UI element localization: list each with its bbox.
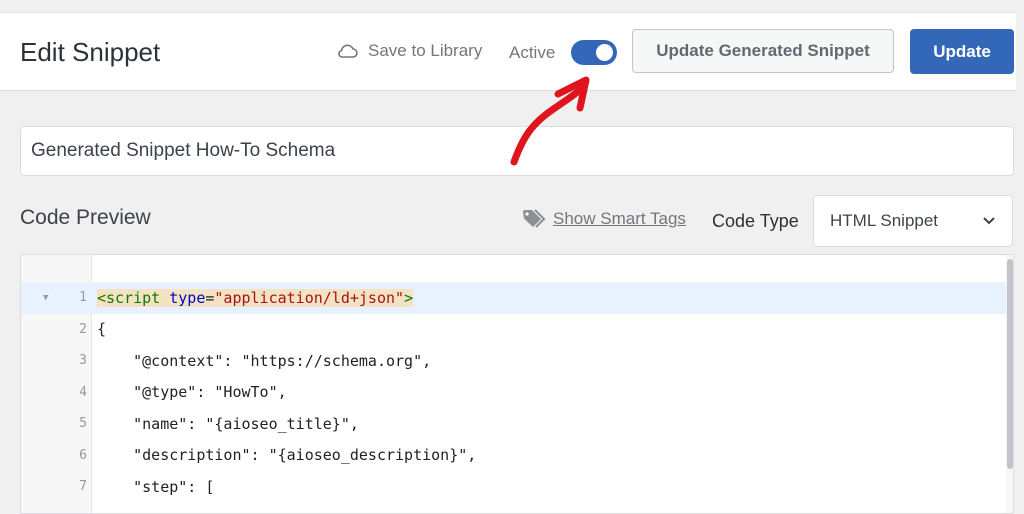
code-preview-heading: Code Preview — [20, 206, 151, 229]
code-type-label: Code Type — [712, 211, 799, 231]
scrollbar-thumb[interactable] — [1007, 259, 1013, 469]
line-number: 3 — [79, 353, 87, 369]
code-type-value: HTML Snippet — [830, 211, 939, 230]
code-editor[interactable]: ▼ 1 <script type="application/ld+json"> … — [20, 254, 1014, 514]
line-number: 5 — [79, 416, 87, 432]
line-number: 1 — [79, 290, 87, 306]
tag-name-token: <script — [97, 288, 170, 307]
toggle-knob — [596, 44, 613, 61]
code-line: ▼ 1 <script type="application/ld+json"> — [21, 282, 1006, 314]
save-to-library-label: Save to Library — [368, 41, 483, 60]
update-button[interactable]: Update — [910, 29, 1014, 74]
annotation-arrow-icon — [510, 76, 590, 166]
update-generated-snippet-button[interactable]: Update Generated Snippet — [632, 29, 894, 73]
save-to-library-button[interactable]: Save to Library — [336, 41, 482, 61]
cloud-icon — [338, 44, 358, 58]
code-text: "@context": "https://schema.org", — [97, 351, 432, 370]
attr-name-token: type — [169, 288, 206, 307]
code-type-select[interactable]: HTML Snippet — [813, 195, 1013, 247]
code-lines: ▼ 1 <script type="application/ld+json"> … — [21, 282, 1006, 503]
show-smart-tags-label: Show Smart Tags — [553, 209, 686, 228]
script-tag: <script type="application/ld+json"> — [97, 288, 414, 307]
line-number: 6 — [79, 447, 87, 463]
chevron-down-icon — [983, 217, 995, 225]
tag-icon — [523, 209, 546, 228]
code-text: <script type="application/ld+json"> — [97, 288, 414, 307]
active-label: Active — [509, 43, 556, 62]
code-text: { — [97, 320, 107, 339]
tag-close-token: > — [404, 288, 414, 307]
active-toggle[interactable] — [571, 40, 617, 65]
code-line: 5 "name": "{aioseo_title}", — [21, 408, 1006, 440]
code-text: "step": [ — [97, 477, 215, 496]
page-title: Edit Snippet — [20, 37, 161, 67]
line-number: 7 — [79, 479, 87, 495]
code-line: 7 "step": [ — [21, 471, 1006, 503]
code-text: "@type": "HowTo", — [97, 383, 287, 402]
top-strip — [0, 0, 1024, 12]
line-number: 4 — [79, 384, 87, 400]
attr-value-token: "application/ld+json" — [214, 288, 405, 307]
show-smart-tags-link[interactable]: Show Smart Tags — [521, 209, 686, 229]
code-line: 3 "@context": "https://schema.org", — [21, 345, 1006, 377]
code-line: 2 { — [21, 314, 1006, 346]
code-line: 6 "description": "{aioseo_description}", — [21, 440, 1006, 472]
code-text: "name": "{aioseo_title}", — [97, 414, 359, 433]
line-number: 2 — [79, 321, 87, 337]
code-line: 4 "@type": "HowTo", — [21, 377, 1006, 409]
code-text: "description": "{aioseo_description}", — [97, 446, 477, 465]
